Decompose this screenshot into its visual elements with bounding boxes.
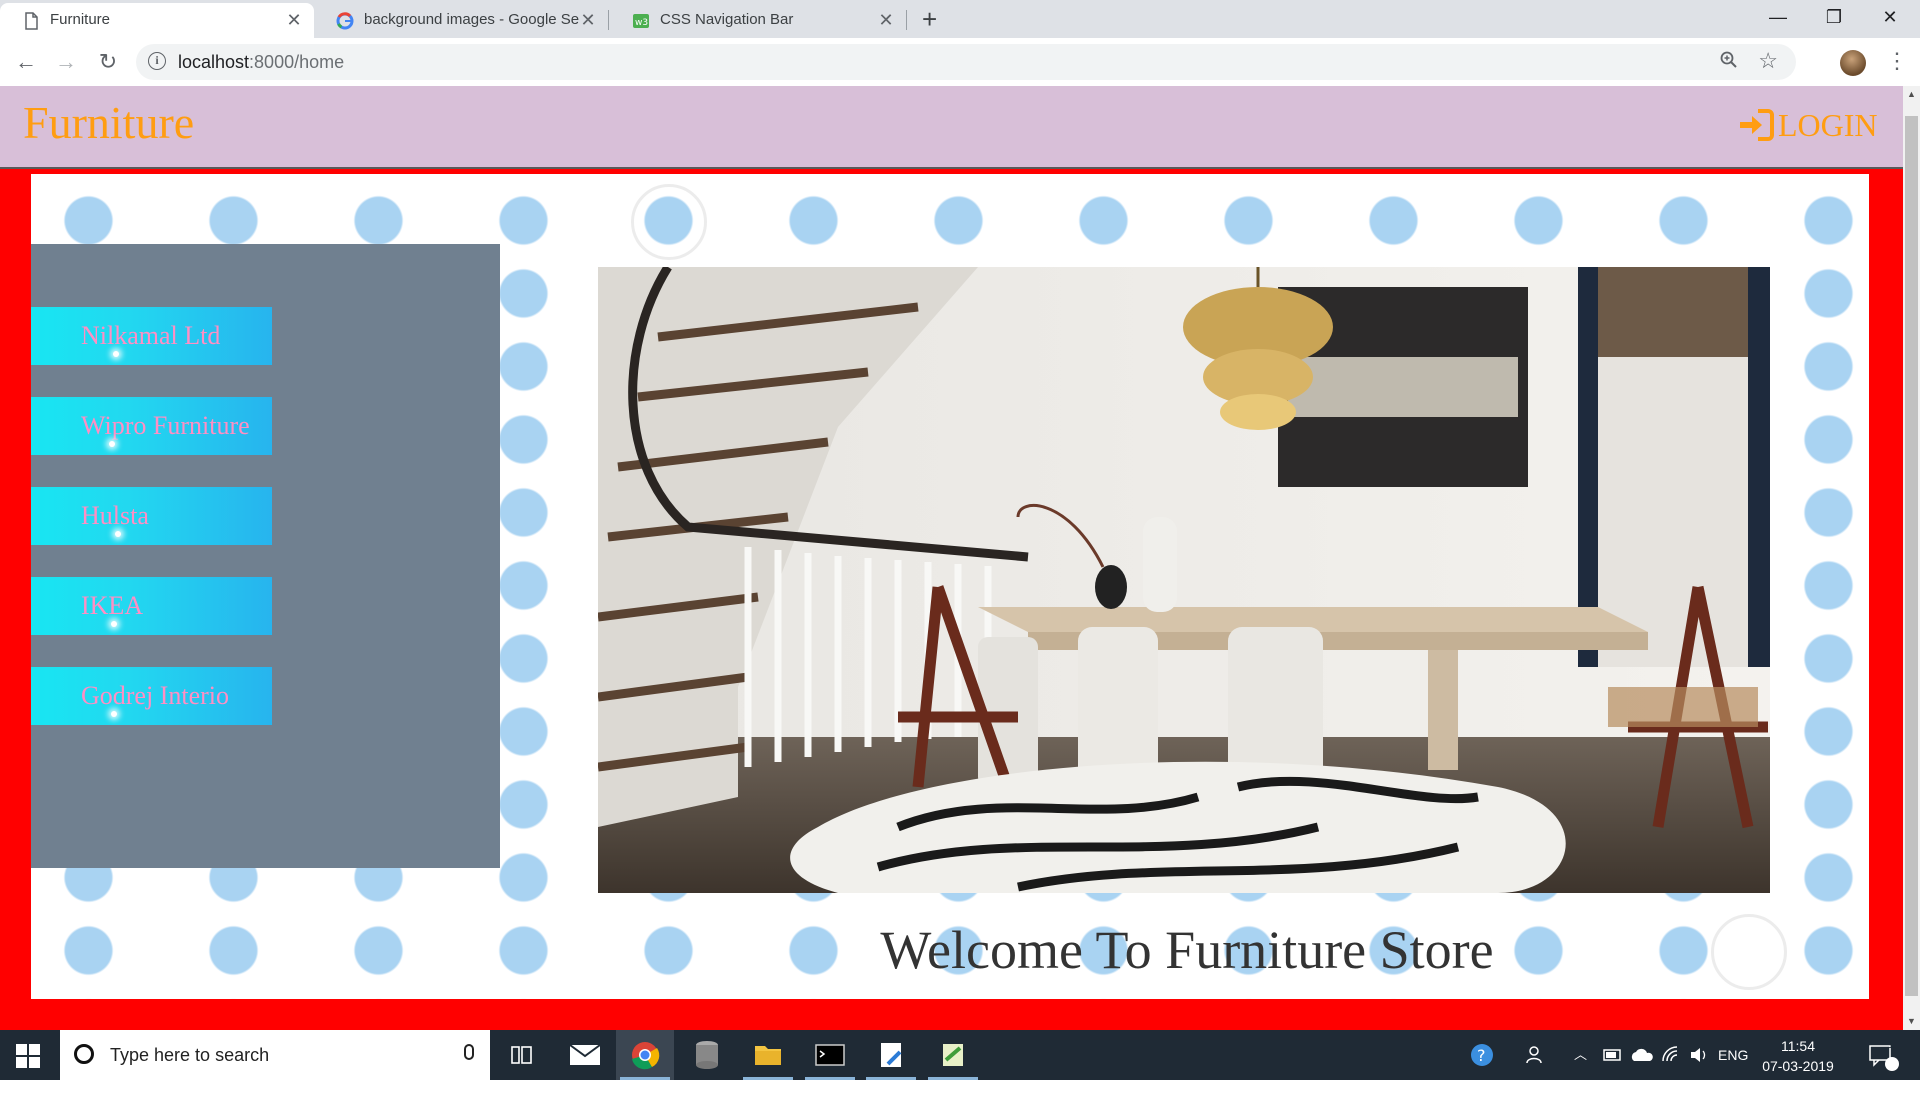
close-tab-icon[interactable]: ✕	[578, 3, 598, 37]
sparkle-decoration	[109, 441, 115, 447]
tab-separator	[906, 10, 907, 30]
sign-in-icon	[1740, 109, 1774, 141]
watermark-decoration	[1711, 914, 1787, 990]
clock-date: 07-03-2019	[1762, 1058, 1834, 1074]
wifi-icon[interactable]	[1660, 1030, 1682, 1080]
menu-kebab-icon[interactable]: ⋮	[1886, 48, 1908, 74]
close-tab-icon[interactable]: ✕	[876, 3, 896, 37]
windows-taskbar: Type here to search ? ︿ ENG 11:54 07-03-…	[0, 1030, 1920, 1080]
tab-title: background images - Google Se	[364, 11, 580, 28]
tab-title: Furniture	[50, 11, 111, 28]
sparkle-decoration	[113, 351, 119, 357]
microphone-icon[interactable]	[464, 1044, 474, 1060]
brand-sidebar: Nilkamal Ltd Wipro Furniture Hulsta IKEA…	[31, 244, 500, 868]
tab-separator	[608, 10, 609, 30]
help-icon[interactable]: ?	[1468, 1030, 1498, 1080]
scroll-thumb[interactable]	[1905, 116, 1918, 996]
chevron-up-icon[interactable]: ︿	[1574, 1030, 1587, 1080]
language-indicator[interactable]: ENG	[1718, 1030, 1748, 1080]
sparkle-decoration	[111, 711, 117, 717]
sidebar-item-label: Hulsta	[81, 501, 149, 530]
cortana-ring-icon	[74, 1044, 94, 1064]
back-arrow-icon[interactable]: ←	[10, 46, 42, 78]
zoom-icon[interactable]	[1720, 51, 1738, 75]
close-tab-icon[interactable]: ✕	[284, 3, 304, 37]
tab-furniture[interactable]: Furniture ✕	[0, 3, 314, 38]
notification-count: 1	[1888, 1039, 1895, 1051]
database-icon[interactable]	[678, 1030, 736, 1080]
login-link[interactable]: LOGIN	[1738, 102, 1878, 148]
people-icon[interactable]	[1524, 1030, 1550, 1080]
w3schools-icon: w3	[633, 14, 649, 28]
url-text[interactable]: localhost:8000/home	[178, 44, 344, 80]
scroll-down-arrow-icon[interactable]: ▼	[1903, 1013, 1920, 1030]
profile-avatar[interactable]	[1840, 50, 1866, 76]
file-explorer-icon[interactable]	[739, 1030, 797, 1080]
sidebar-item-label: Wipro Furniture	[81, 411, 250, 440]
google-icon	[336, 12, 354, 30]
search-placeholder: Type here to search	[110, 1045, 270, 1065]
mail-icon[interactable]	[555, 1030, 613, 1080]
action-center-icon[interactable]: 1	[1866, 1030, 1902, 1080]
svg-text:?: ?	[1477, 1046, 1486, 1065]
sidebar-item-label: Nilkamal Ltd	[81, 321, 221, 350]
reload-icon[interactable]: ↻	[92, 46, 124, 78]
maximize-button[interactable]: ❐	[1806, 4, 1862, 30]
page-icon	[25, 12, 38, 30]
watermark-decoration	[631, 184, 707, 260]
battery-icon[interactable]	[1602, 1030, 1624, 1080]
new-tab-plus-icon[interactable]: +	[922, 4, 937, 34]
browser-tab-bar: Furniture ✕ background images - Google S…	[0, 0, 1920, 38]
chrome-icon[interactable]	[616, 1030, 674, 1080]
terminal-icon[interactable]	[801, 1030, 859, 1080]
omnibox[interactable]: i localhost:8000/home ☆	[136, 44, 1796, 80]
taskbar-clock[interactable]: 11:54 07-03-2019	[1756, 1036, 1840, 1076]
sidebar-item-label: Godrej Interio	[81, 681, 230, 710]
dining-room-hero-image	[598, 267, 1770, 893]
sidebar-item-hulsta[interactable]: Hulsta	[31, 487, 272, 545]
site-info-icon[interactable]: i	[148, 52, 166, 70]
onedrive-cloud-icon[interactable]	[1630, 1030, 1654, 1080]
taskbar-search-box[interactable]: Type here to search	[60, 1030, 490, 1080]
page-scrollbar[interactable]: ▲ ▼	[1903, 86, 1920, 1030]
welcome-heading: Welcome To Furniture Store	[880, 920, 1494, 980]
tab-title: CSS Navigation Bar	[660, 11, 794, 28]
volume-icon[interactable]	[1688, 1030, 1710, 1080]
notepad-plus-icon[interactable]	[924, 1030, 982, 1080]
login-label: LOGIN	[1778, 106, 1878, 143]
task-view-icon[interactable]	[492, 1030, 550, 1080]
svg-text:w3: w3	[635, 18, 648, 28]
windows-start-icon[interactable]	[16, 1044, 40, 1068]
sparkle-decoration	[111, 621, 117, 627]
minimize-button[interactable]: —	[1750, 4, 1806, 30]
bookmark-star-icon[interactable]: ☆	[1758, 48, 1778, 74]
tab-google-search[interactable]: background images - Google Se ✕	[314, 3, 608, 38]
sidebar-item-label: IKEA	[81, 591, 144, 620]
editor-icon[interactable]	[862, 1030, 920, 1080]
close-window-button[interactable]: ✕	[1862, 4, 1918, 30]
sparkle-decoration	[115, 531, 121, 537]
sidebar-item-godrej[interactable]: Godrej Interio	[31, 667, 272, 725]
forward-arrow-icon[interactable]: →	[50, 46, 82, 78]
site-header: Furniture LOGIN	[0, 86, 1903, 169]
sidebar-item-nilkamal[interactable]: Nilkamal Ltd	[31, 307, 272, 365]
sidebar-item-wipro[interactable]: Wipro Furniture	[31, 397, 272, 455]
address-toolbar: ← → ↻ i localhost:8000/home ☆	[0, 38, 1920, 87]
sidebar-item-ikea[interactable]: IKEA	[31, 577, 272, 635]
brand-logo-text[interactable]: Furniture	[23, 96, 194, 149]
scroll-up-arrow-icon[interactable]: ▲	[1903, 86, 1920, 103]
main-content: Nilkamal Ltd Wipro Furniture Hulsta IKEA…	[31, 174, 1869, 999]
tab-css-navigation-bar[interactable]: w3 CSS Navigation Bar ✕	[610, 3, 906, 38]
clock-time: 11:54	[1781, 1038, 1815, 1054]
